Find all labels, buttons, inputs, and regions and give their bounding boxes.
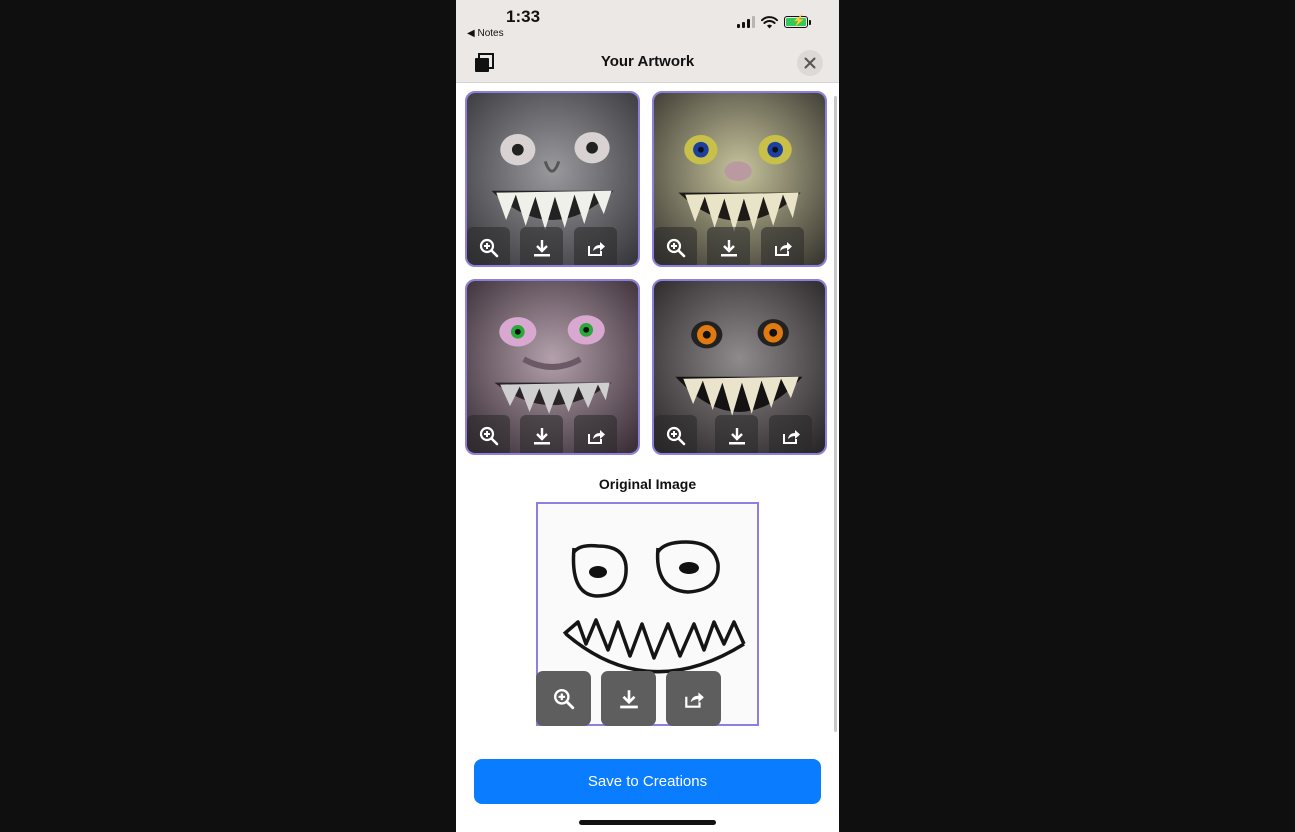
original-image-frame: [536, 502, 759, 726]
share-icon: [684, 691, 704, 708]
status-icons: ⚡: [737, 14, 811, 30]
artwork-card-2[interactable]: [652, 91, 827, 267]
page-title: Your Artwork: [600, 53, 695, 70]
zoom-in-icon: [666, 238, 685, 258]
share-button[interactable]: [769, 415, 812, 453]
zoom-button[interactable]: [654, 227, 697, 265]
top-bar: 1:33 ◀ Notes ⚡ Your Artwork: [456, 0, 839, 83]
share-button[interactable]: [761, 227, 804, 265]
download-button[interactable]: [707, 227, 750, 265]
download-icon: [728, 428, 745, 445]
phone-screen: 1:33 ◀ Notes ⚡ Your Artwork Original Ima…: [456, 0, 839, 832]
artwork-card-1[interactable]: [465, 91, 640, 267]
zoom-in-icon: [666, 426, 685, 446]
wifi-icon: [761, 15, 778, 28]
back-to-notes-link[interactable]: ◀ Notes: [467, 28, 504, 39]
artwork-card-3[interactable]: [465, 279, 640, 455]
zoom-button[interactable]: [467, 415, 510, 453]
share-button[interactable]: [666, 671, 721, 726]
download-button[interactable]: [715, 415, 758, 453]
save-to-creations-button[interactable]: Save to Creations: [474, 759, 821, 804]
download-icon: [533, 240, 550, 257]
close-icon: [804, 57, 816, 69]
zoom-button[interactable]: [536, 671, 591, 726]
status-time: 1:33: [506, 7, 541, 26]
scrollbar[interactable]: [834, 96, 837, 732]
original-image-label: Original Image: [598, 476, 697, 492]
download-icon: [533, 428, 550, 445]
zoom-in-icon: [479, 238, 498, 258]
share-icon: [587, 242, 605, 256]
share-button[interactable]: [574, 227, 617, 265]
share-button[interactable]: [574, 415, 617, 453]
zoom-in-icon: [479, 426, 498, 446]
download-icon: [720, 240, 737, 257]
zoom-button[interactable]: [654, 415, 697, 453]
battery-cap: [809, 19, 811, 25]
share-icon: [774, 242, 792, 256]
zoom-button[interactable]: [467, 227, 510, 265]
home-indicator[interactable]: [579, 820, 716, 825]
close-button[interactable]: [797, 50, 823, 76]
download-button[interactable]: [520, 227, 563, 265]
share-icon: [782, 430, 800, 444]
battery-icon: ⚡: [784, 15, 808, 28]
share-icon: [587, 430, 605, 444]
cellular-signal-icon: [737, 16, 755, 28]
download-icon: [619, 689, 638, 708]
download-button[interactable]: [520, 415, 563, 453]
download-button[interactable]: [601, 671, 656, 726]
artwork-card-4[interactable]: [652, 279, 827, 455]
zoom-in-icon: [553, 688, 574, 709]
